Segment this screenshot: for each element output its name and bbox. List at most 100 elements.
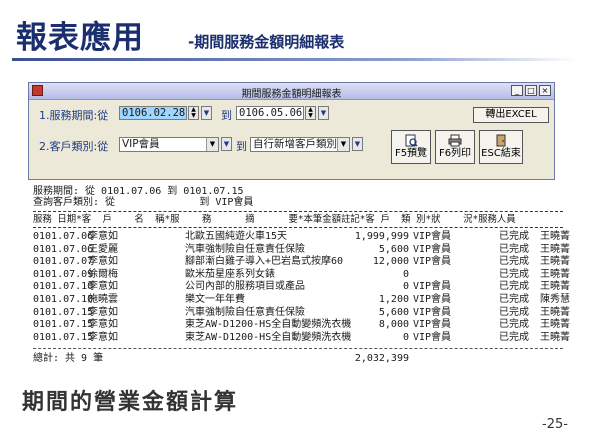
customer-from-select[interactable]: VIP會員 ▼ bbox=[119, 137, 219, 152]
report-description-cell: 樂文一年年費 bbox=[185, 294, 245, 305]
report-amount-cell: 12,000 bbox=[372, 256, 409, 268]
table-row: 0101.07.15 李意如 東芝AW-D1200-HS全自動變頻洗衣機 8,000 V… bbox=[33, 319, 573, 330]
report-dialog: 期間服務金額明細報表 _ □ × 1.服務期間:從 0106.02.28 ▲ ▼ … bbox=[28, 82, 555, 180]
period-to-label: 到 bbox=[221, 109, 232, 122]
report-date-cell: 0101.07.10 bbox=[33, 281, 94, 293]
report-description-cell: 歐米茄星座系列女錶 bbox=[185, 268, 275, 280]
print-button[interactable]: F6列印 bbox=[435, 130, 475, 164]
report-date-cell: 0101.07.15 bbox=[33, 306, 94, 318]
report-amount-cell: 0 bbox=[402, 268, 409, 280]
minimize-button[interactable]: _ bbox=[511, 85, 523, 96]
report-customer-cell: 王愛麗 bbox=[88, 243, 118, 255]
report-staff-cell: 王曉菁 bbox=[540, 256, 570, 268]
report-staff-cell: 王曉菁 bbox=[540, 243, 570, 255]
report-staff-cell: 王曉菁 bbox=[540, 306, 570, 318]
report-date-cell: 0101.07.07 bbox=[33, 256, 94, 268]
report-customer-type-cell: VIP會員 bbox=[413, 319, 452, 331]
table-row: 0101.07.10 李意如 公司內部的服務項目或產品 0 VIP會員 已完成 王曉菁 bbox=[33, 281, 573, 292]
report-period-line: 服務期間: 從 0101.07.06 到 0101.07.15 bbox=[33, 186, 244, 197]
report-staff-cell: 王曉菁 bbox=[540, 231, 570, 242]
report-amount-cell: 5,600 bbox=[378, 243, 409, 255]
printer-icon bbox=[448, 134, 462, 147]
chevron-down-icon[interactable]: ▼ bbox=[206, 138, 218, 151]
table-row: 0101.07.10 施曉雲 樂文一年年費 1,200 VIP會員 已完成 陳秀慧 bbox=[33, 294, 573, 305]
report-description-cell: 公司內部的服務項目或產品 bbox=[185, 281, 305, 293]
export-excel-button[interactable]: 轉出EXCEL bbox=[473, 107, 549, 123]
report-status-cell: 已完成 bbox=[499, 243, 529, 255]
report-description-cell: 汽車強制險自任意責任保險 bbox=[185, 306, 305, 318]
close-button[interactable]: × bbox=[539, 85, 551, 96]
dialog-titlebar[interactable]: 期間服務金額明細報表 _ □ × bbox=[29, 83, 554, 100]
report-customer-type-cell: VIP會員 bbox=[413, 281, 452, 293]
report-amount-cell: 5,600 bbox=[378, 306, 409, 318]
report-header-row: 服務 日期*客 戶 名 稱*服 務 摘 要*本筆金額註記*客 戶 類 別*狀 況… bbox=[33, 214, 516, 225]
report-status-cell: 已完成 bbox=[499, 294, 529, 305]
preview-button[interactable]: F5預覽 bbox=[391, 130, 431, 164]
report-amount-cell: 0 bbox=[402, 281, 409, 293]
report-customer-cell: 徐爾梅 bbox=[88, 268, 118, 280]
chevron-down-icon[interactable]: ▼ bbox=[337, 138, 349, 151]
report-description-cell: 汽車強制險自任意責任保險 bbox=[185, 243, 305, 255]
report-total-label: 總計: 共 9 筆 bbox=[33, 353, 104, 364]
report-staff-cell: 王曉菁 bbox=[540, 268, 570, 280]
report-date-cell: 0101.07.06 bbox=[33, 243, 94, 255]
customer-from-value: VIP會員 bbox=[122, 138, 160, 150]
report-customer-type-cell: VIP會員 bbox=[413, 306, 452, 318]
table-row: 0101.07.15 李意如 汽車強制險自任意責任保險 5,600 VIP會員 已完成 王曉… bbox=[33, 307, 573, 318]
report-customer-cell: 李意如 bbox=[88, 306, 118, 318]
report-rule-bottom bbox=[33, 348, 563, 350]
report-amount-cell: 8,000 bbox=[378, 319, 409, 331]
report-status-cell: 已完成 bbox=[499, 306, 529, 318]
report-query-line: 查詢客戶類別: 從 到 VIP會員 bbox=[33, 197, 254, 208]
customer-from-picker-icon[interactable]: ▼ bbox=[221, 137, 232, 151]
table-row: 0101.07.09 徐爾梅 歐米茄星座系列女錶 0 已完成 王曉菁 bbox=[33, 269, 573, 280]
table-row: 0101.07.06 王愛麗 汽車強制險自任意責任保險 5,600 VIP會員 已完成 王曉… bbox=[33, 244, 573, 255]
report-customer-cell: 李意如 bbox=[88, 331, 118, 343]
report-customer-type-cell: VIP會員 bbox=[413, 294, 452, 305]
print-button-label: F6列印 bbox=[438, 148, 472, 159]
period-from-spinner[interactable]: ▲ ▼ bbox=[188, 106, 199, 120]
table-row: 0101.07.06 李意如 北歐五國純遊火車15天 1,999,999 VIP會員 已完… bbox=[33, 231, 573, 242]
customer-to-picker-icon[interactable]: ▼ bbox=[352, 137, 363, 151]
header-divider bbox=[12, 58, 578, 61]
report-customer-cell: 李意如 bbox=[88, 256, 118, 268]
preview-button-label: F5預覽 bbox=[394, 148, 428, 159]
report-staff-cell: 王曉菁 bbox=[540, 281, 570, 293]
report-staff-cell: 陳秀慧 bbox=[540, 294, 570, 305]
period-to-input[interactable]: 0106.05.06 bbox=[236, 106, 304, 120]
report-customer-type-cell: VIP會員 bbox=[413, 243, 452, 255]
period-from-dropdown-icon[interactable]: ▼ bbox=[201, 106, 212, 120]
table-row: 0101.07.07 李意如 腳部漸白雞子導入+巴岩島式按摩60 12,000 VIP會… bbox=[33, 256, 573, 267]
customer-to-select[interactable]: 自行新增客戶類別 ▼ bbox=[250, 137, 350, 152]
report-status-cell: 已完成 bbox=[499, 281, 529, 293]
report-rule-header bbox=[33, 227, 563, 229]
report-customer-type-cell: VIP會員 bbox=[413, 331, 452, 343]
report-date-cell: 0101.07.09 bbox=[33, 268, 94, 280]
period-to-spinner[interactable]: ▲ ▼ bbox=[305, 106, 316, 120]
exit-button[interactable]: ESC結束 bbox=[479, 130, 523, 164]
report-total-amount: 2,032,399 bbox=[354, 353, 409, 364]
period-to-dropdown-icon[interactable]: ▼ bbox=[318, 106, 329, 120]
report-description-cell: 東芝AW-D1200-HS全自動變頻洗衣機 bbox=[185, 331, 352, 343]
customer-category-label: 2.客戶類別:從 bbox=[39, 140, 109, 153]
report-rule-top bbox=[33, 211, 563, 213]
report-date-cell: 0101.07.15 bbox=[33, 331, 94, 343]
report-customer-cell: 李意如 bbox=[88, 231, 118, 242]
report-status-cell: 已完成 bbox=[499, 231, 529, 242]
maximize-button[interactable]: □ bbox=[525, 85, 537, 96]
table-row: 0101.07.15 李意如 東芝AW-D1200-HS全自動變頻洗衣機 0 VIP會員… bbox=[33, 332, 573, 343]
report-customer-type-cell: VIP會員 bbox=[413, 256, 452, 268]
report-description-cell: 腳部漸白雞子導入+巴岩島式按摩60 bbox=[185, 256, 344, 268]
report-status-cell: 已完成 bbox=[499, 268, 529, 280]
summary-caption: 期間的營業金額計算 bbox=[22, 389, 239, 415]
slide-title: 報表應用 bbox=[16, 20, 144, 56]
report-status-cell: 已完成 bbox=[499, 256, 529, 268]
report-amount-cell: 1,999,999 bbox=[354, 231, 409, 242]
period-from-input[interactable]: 0106.02.28 bbox=[119, 106, 187, 120]
page-number: -25- bbox=[542, 417, 568, 432]
report-amount-cell: 1,200 bbox=[378, 294, 409, 305]
report-customer-cell: 施曉雲 bbox=[88, 294, 118, 305]
report-status-cell: 已完成 bbox=[499, 319, 529, 331]
preview-icon bbox=[405, 134, 418, 147]
report-status-cell: 已完成 bbox=[499, 331, 529, 343]
